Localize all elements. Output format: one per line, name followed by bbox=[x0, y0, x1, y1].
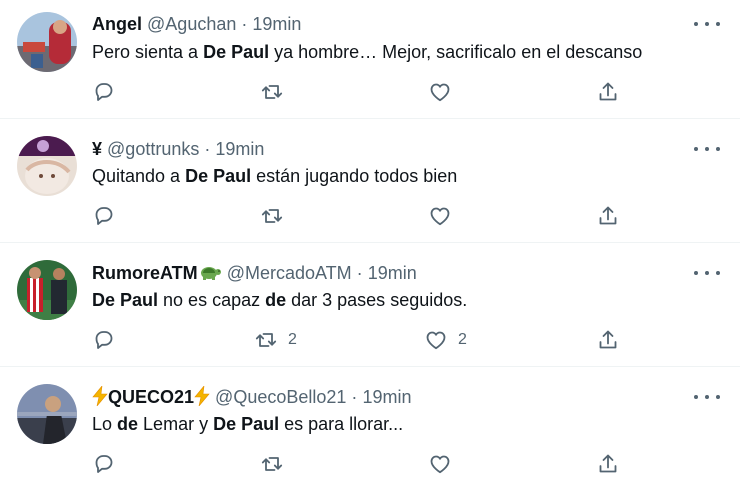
highlighted-term: de bbox=[265, 290, 287, 310]
share-icon bbox=[596, 204, 620, 228]
reply-icon bbox=[92, 452, 116, 476]
like-icon bbox=[428, 204, 452, 228]
share-button[interactable] bbox=[596, 326, 620, 354]
user-handle[interactable]: @gottrunks bbox=[107, 139, 199, 159]
separator: · bbox=[241, 14, 248, 34]
timestamp[interactable]: 19min bbox=[368, 263, 417, 283]
display-name[interactable]: ¥ bbox=[92, 139, 102, 159]
like-icon bbox=[424, 328, 448, 352]
tweet-actions: 2 2 bbox=[0, 326, 740, 354]
text-segment: es para llorar... bbox=[279, 414, 404, 434]
text-segment: Pero sienta a bbox=[92, 42, 204, 62]
retweet-icon bbox=[260, 80, 284, 104]
reply-icon bbox=[92, 80, 116, 104]
highlighted-term: De Paul bbox=[203, 42, 270, 62]
timestamp[interactable]: 19min bbox=[362, 387, 411, 407]
share-button[interactable] bbox=[596, 78, 620, 106]
user-handle[interactable]: @Aguchan bbox=[147, 14, 236, 34]
user-handle[interactable]: @MercadoATM bbox=[227, 263, 352, 283]
highlighted-term: De Paul bbox=[185, 166, 252, 186]
retweet-icon bbox=[254, 328, 278, 352]
like-button[interactable]: 2 bbox=[424, 326, 467, 354]
tweet-text: Lo de Lemar y De Paul es para llorar... bbox=[92, 412, 403, 436]
tweet[interactable]: ¥ @gottrunks · 19min Quitando a De Paul … bbox=[0, 119, 740, 243]
share-button[interactable] bbox=[596, 202, 620, 230]
separator: · bbox=[351, 387, 358, 407]
text-segment: no es capaz bbox=[158, 290, 266, 310]
like-button[interactable] bbox=[428, 78, 462, 106]
tweet-feed: Angel @Aguchan · 19min Pero sienta a De … bbox=[0, 0, 740, 484]
like-icon bbox=[428, 452, 452, 476]
like-button[interactable] bbox=[428, 202, 462, 230]
text-segment: Quitando a bbox=[92, 166, 186, 186]
more-icon[interactable] bbox=[694, 263, 720, 283]
text-segment: están jugando todos bien bbox=[251, 166, 458, 186]
avatar[interactable] bbox=[17, 136, 77, 196]
reply-button[interactable] bbox=[92, 450, 116, 478]
retweet-icon bbox=[260, 452, 284, 476]
display-name[interactable]: Angel bbox=[92, 14, 142, 34]
reply-icon bbox=[92, 204, 116, 228]
retweet-button[interactable] bbox=[260, 78, 294, 106]
tweet-text: De Paul no es capaz de dar 3 pases segui… bbox=[92, 288, 467, 312]
tweet-header: QUECO21 @QuecoBello21 · 19min bbox=[92, 385, 411, 411]
highlighted-term: de bbox=[117, 414, 139, 434]
tweet-actions bbox=[0, 202, 740, 230]
avatar-image bbox=[17, 260, 77, 320]
tweet-actions bbox=[0, 450, 740, 478]
like-icon bbox=[428, 80, 452, 104]
tweet-actions bbox=[0, 78, 740, 106]
highlighted-term: De Paul bbox=[92, 290, 159, 310]
text-segment: ya hombre… Mejor, sacrificalo en el desc… bbox=[269, 42, 643, 62]
highlighted-term: De Paul bbox=[213, 414, 280, 434]
reply-button[interactable] bbox=[92, 78, 116, 106]
more-icon[interactable] bbox=[694, 387, 720, 407]
share-icon bbox=[596, 80, 620, 104]
like-button[interactable] bbox=[428, 450, 462, 478]
share-button[interactable] bbox=[596, 450, 620, 478]
text-segment: Lo bbox=[92, 414, 118, 434]
reply-button[interactable] bbox=[92, 326, 116, 354]
reply-icon bbox=[92, 328, 116, 352]
retweet-icon bbox=[260, 204, 284, 228]
display-name[interactable]: QUECO21 bbox=[108, 387, 194, 407]
user-handle[interactable]: @QuecoBello21 bbox=[215, 387, 346, 407]
avatar[interactable] bbox=[17, 384, 77, 444]
tweet[interactable]: RumoreATM @MercadoATM · 19min De Paul no… bbox=[0, 243, 740, 367]
more-icon[interactable] bbox=[694, 14, 720, 34]
text-segment: Lemar y bbox=[138, 414, 214, 434]
retweet-button[interactable] bbox=[260, 450, 294, 478]
separator: · bbox=[204, 139, 211, 159]
avatar-image bbox=[17, 384, 77, 444]
tweet[interactable]: QUECO21 @QuecoBello21 · 19min Lo de Lema… bbox=[0, 367, 740, 484]
tweet[interactable]: Angel @Aguchan · 19min Pero sienta a De … bbox=[0, 0, 740, 119]
avatar-image bbox=[17, 136, 77, 196]
text-segment: dar 3 pases seguidos. bbox=[286, 290, 468, 310]
display-name[interactable]: RumoreATM bbox=[92, 263, 198, 283]
timestamp[interactable]: 19min bbox=[215, 139, 264, 159]
more-icon[interactable] bbox=[694, 139, 720, 159]
like-count: 2 bbox=[458, 331, 467, 348]
retweet-button[interactable] bbox=[260, 202, 294, 230]
turtle-icon bbox=[198, 262, 222, 287]
tweet-header: Angel @Aguchan · 19min bbox=[92, 13, 301, 35]
lightning-icon bbox=[92, 385, 108, 411]
avatar[interactable] bbox=[17, 260, 77, 320]
tweet-text: Pero sienta a De Paul ya hombre… Mejor, … bbox=[92, 40, 642, 64]
tweet-text: Quitando a De Paul están jugando todos b… bbox=[92, 164, 457, 188]
timestamp[interactable]: 19min bbox=[252, 14, 301, 34]
tweet-header: RumoreATM @MercadoATM · 19min bbox=[92, 262, 417, 287]
retweet-count: 2 bbox=[288, 331, 297, 348]
retweet-button[interactable]: 2 bbox=[254, 326, 297, 354]
tweet-header: ¥ @gottrunks · 19min bbox=[92, 138, 264, 160]
share-icon bbox=[596, 452, 620, 476]
avatar-image bbox=[17, 12, 77, 72]
lightning-icon bbox=[194, 385, 210, 411]
share-icon bbox=[596, 328, 620, 352]
avatar[interactable] bbox=[17, 12, 77, 72]
separator: · bbox=[356, 263, 363, 283]
reply-button[interactable] bbox=[92, 202, 116, 230]
